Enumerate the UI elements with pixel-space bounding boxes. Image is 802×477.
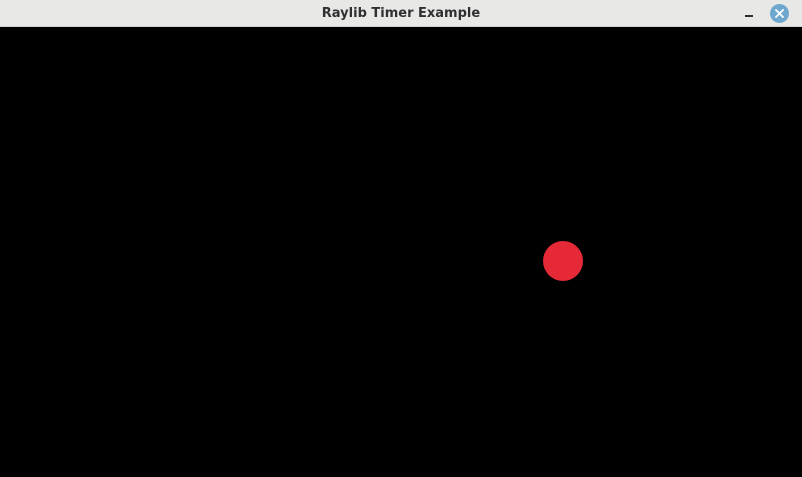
minimize-button[interactable] <box>740 5 758 23</box>
close-icon <box>775 9 784 18</box>
window-title: Raylib Timer Example <box>321 6 481 21</box>
close-button[interactable] <box>770 4 789 23</box>
app-window: Raylib Timer Example <box>0 0 802 477</box>
game-canvas[interactable] <box>0 27 802 477</box>
title-bar[interactable]: Raylib Timer Example <box>0 0 802 27</box>
minimize-icon <box>745 15 753 17</box>
red-ball <box>543 241 583 281</box>
